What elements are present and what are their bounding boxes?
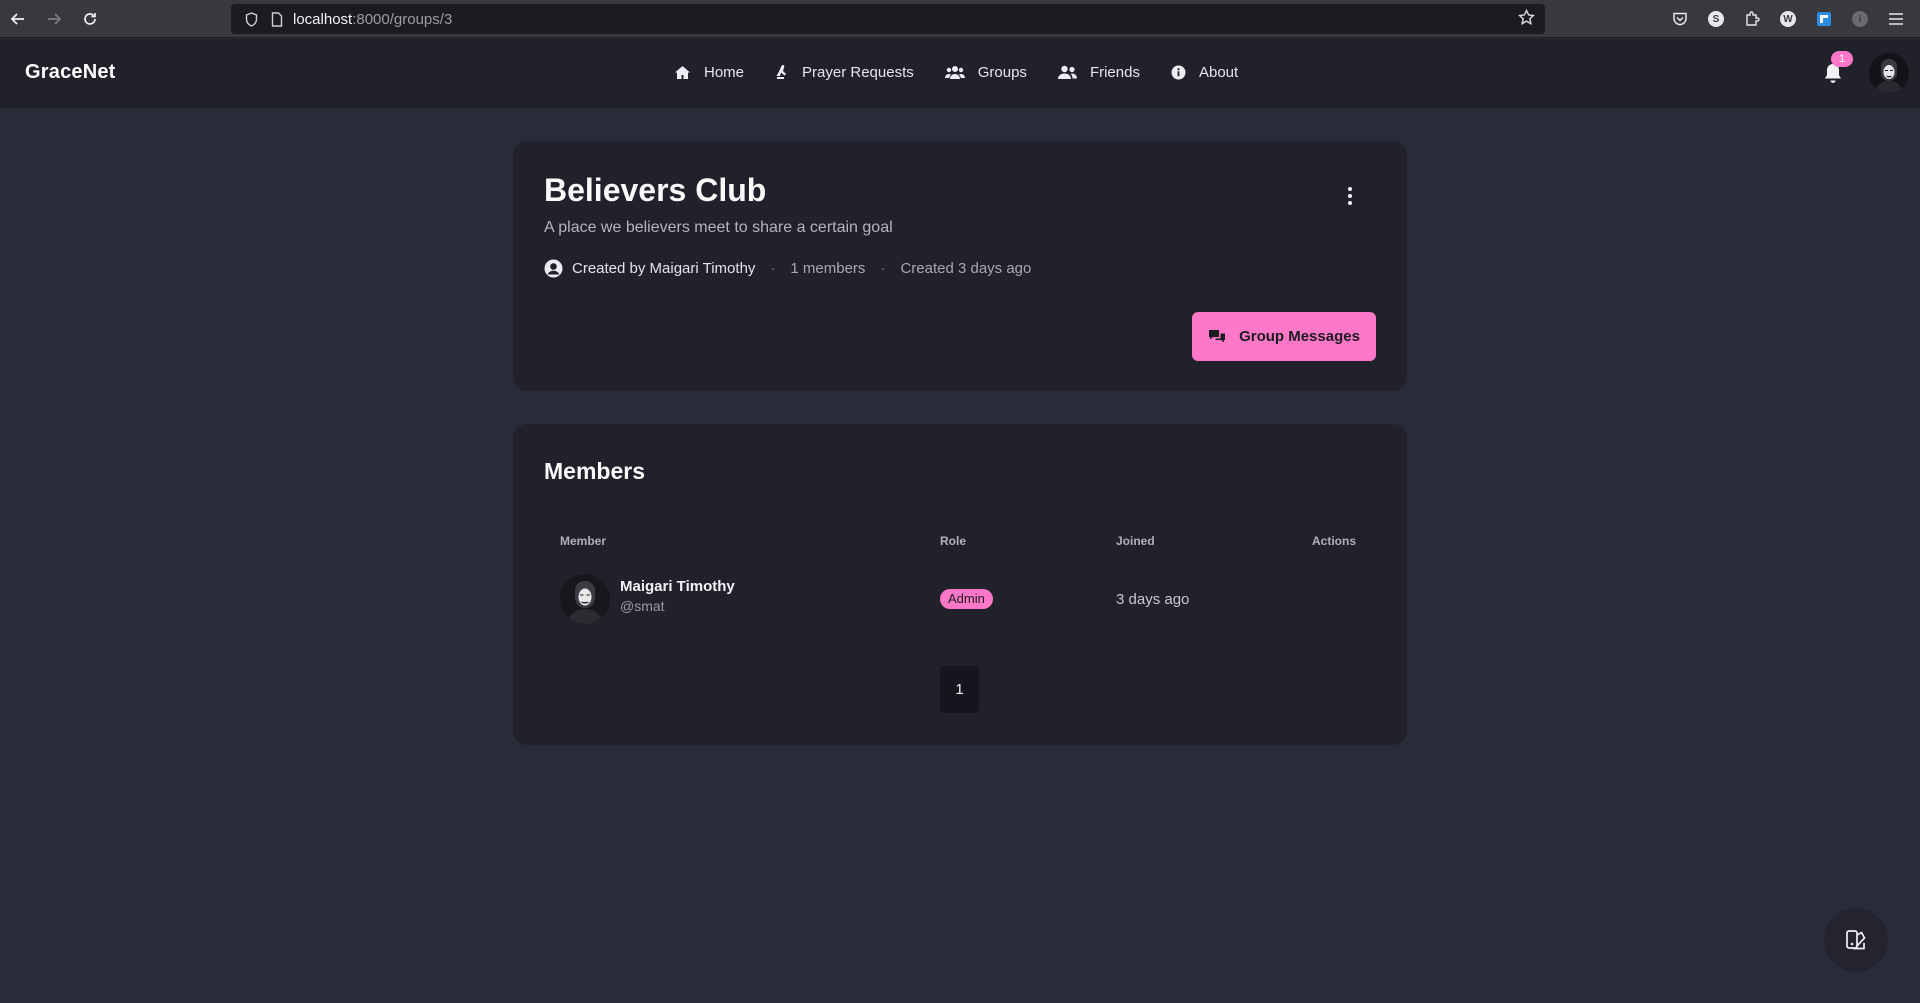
group-messages-button[interactable]: Group Messages bbox=[1192, 312, 1376, 361]
forward-button[interactable] bbox=[36, 0, 72, 38]
nav-home-label: Home bbox=[704, 64, 745, 81]
menu-hamburger-icon[interactable] bbox=[1880, 4, 1912, 34]
brand-logo[interactable]: GraceNet bbox=[25, 61, 116, 84]
column-header-member: Member bbox=[560, 534, 607, 548]
url-host: localhost bbox=[293, 10, 353, 28]
column-header-role: Role bbox=[940, 534, 967, 548]
back-button[interactable] bbox=[0, 0, 36, 38]
group-header-card: Believers Club A place we believers meet… bbox=[513, 141, 1407, 391]
meta-separator: · bbox=[880, 260, 886, 277]
browser-toolbar: localhost:8000/groups/3 S W i bbox=[0, 0, 1920, 38]
extensions-puzzle-icon[interactable] bbox=[1736, 4, 1768, 34]
back-arrow-icon bbox=[10, 12, 24, 25]
pocket-icon[interactable] bbox=[1664, 4, 1696, 34]
nav-friends-label: Friends bbox=[1089, 64, 1140, 81]
users-icon bbox=[944, 66, 965, 79]
group-creator: Created by Maigari Timothy bbox=[572, 260, 756, 277]
table-row[interactable]: Maigari Timothy @smat Admin 3 days ago bbox=[560, 571, 1380, 627]
reload-button[interactable] bbox=[72, 0, 108, 38]
info-icon bbox=[1171, 65, 1186, 80]
role-badge: Admin bbox=[940, 589, 993, 609]
member-avatar[interactable] bbox=[560, 574, 610, 624]
extension-w-icon[interactable]: W bbox=[1772, 4, 1804, 34]
main-nav: Home Prayer Requests Groups Friends Abou… bbox=[674, 64, 1269, 81]
nav-groups[interactable]: Groups bbox=[944, 64, 1027, 81]
nav-home[interactable]: Home bbox=[674, 64, 744, 81]
nav-about-label: About bbox=[1198, 64, 1239, 81]
pagination-page-1[interactable]: 1 bbox=[940, 666, 979, 713]
page-icon bbox=[267, 11, 287, 27]
forward-arrow-icon bbox=[48, 12, 62, 25]
comments-icon bbox=[1209, 329, 1226, 342]
member-avatar-image bbox=[560, 574, 610, 624]
avatar-image bbox=[1869, 53, 1909, 93]
nav-friends[interactable]: Friends bbox=[1057, 64, 1140, 81]
column-header-actions: Actions bbox=[1312, 534, 1357, 548]
bookmark-star-icon[interactable] bbox=[1518, 8, 1535, 31]
group-messages-label: Group Messages bbox=[1239, 328, 1360, 345]
group-title: Believers Club bbox=[544, 172, 767, 208]
nav-about[interactable]: About bbox=[1171, 64, 1238, 81]
url-text: localhost:8000/groups/3 bbox=[293, 11, 452, 28]
floating-theme-button[interactable] bbox=[1824, 908, 1888, 972]
nav-prayer-requests[interactable]: Prayer Requests bbox=[775, 64, 914, 81]
nav-groups-label: Groups bbox=[977, 64, 1027, 81]
group-members-count: 1 members bbox=[790, 260, 866, 277]
url-path: :8000/groups/3 bbox=[352, 10, 453, 28]
member-name[interactable]: Maigari Timothy bbox=[620, 578, 735, 595]
meta-separator: · bbox=[770, 260, 776, 277]
members-heading: Members bbox=[544, 458, 645, 484]
user-friends-icon bbox=[1057, 65, 1077, 79]
user-circle-icon bbox=[544, 259, 563, 278]
shield-icon[interactable] bbox=[241, 11, 261, 27]
extension-s-icon[interactable]: S bbox=[1700, 4, 1732, 34]
group-description: A place we believers meet to share a cer… bbox=[544, 219, 893, 236]
member-handle: @smat bbox=[620, 598, 665, 614]
user-avatar[interactable] bbox=[1869, 53, 1909, 93]
extension-flag-icon[interactable] bbox=[1808, 4, 1840, 34]
nav-prayer-requests-label: Prayer Requests bbox=[802, 64, 914, 81]
group-created-date: Created 3 days ago bbox=[900, 260, 1032, 277]
notification-count-badge: 1 bbox=[1831, 51, 1853, 67]
extension-info-icon[interactable]: i bbox=[1844, 4, 1876, 34]
app-navbar: GraceNet Home Prayer Requests Groups Fri… bbox=[0, 39, 1920, 108]
reload-icon bbox=[84, 12, 96, 25]
members-card: Members Member Role Joined Actions Maiga… bbox=[513, 424, 1407, 745]
praying-hands-icon bbox=[776, 65, 787, 79]
address-bar[interactable]: localhost:8000/groups/3 bbox=[231, 4, 1545, 34]
column-header-joined: Joined bbox=[1116, 534, 1155, 548]
toolbar-extensions: S W i bbox=[1664, 0, 1920, 38]
home-icon bbox=[675, 66, 690, 79]
member-joined: 3 days ago bbox=[1116, 591, 1190, 608]
group-options-menu-icon[interactable] bbox=[1340, 183, 1360, 209]
group-meta: Created by Maigari Timothy · 1 members ·… bbox=[544, 259, 1031, 278]
theme-palette-icon bbox=[1846, 930, 1866, 950]
